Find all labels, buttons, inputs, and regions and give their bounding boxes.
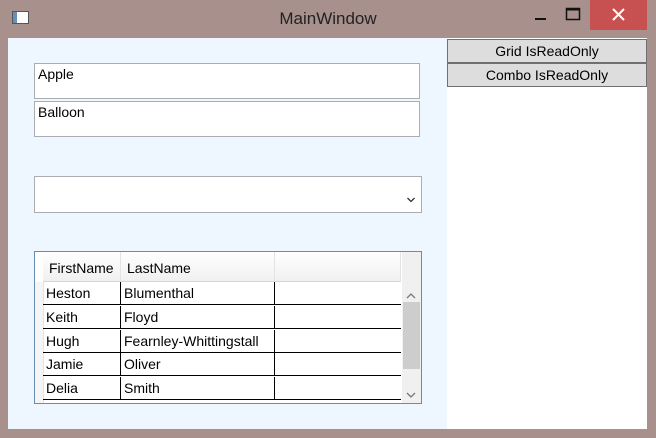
left-pane: Apple Balloon FirstName LastName Heston … [8,38,447,429]
grid-isreadonly-button[interactable]: Grid IsReadOnly [447,39,647,63]
combo-isreadonly-button[interactable]: Combo IsReadOnly [447,63,647,87]
cell-filler [275,353,401,376]
vertical-scrollbar[interactable] [402,252,421,403]
cell-lastname[interactable]: Floyd [121,306,275,329]
column-header-firstname[interactable]: FirstName [43,252,121,282]
cell-filler [275,330,401,353]
cell-lastname[interactable]: Oliver [121,353,275,376]
cell-firstname[interactable]: Jamie [43,353,121,376]
maximize-icon [565,7,581,21]
close-button[interactable] [590,0,647,30]
column-header-lastname[interactable]: LastName [121,252,275,282]
table-row[interactable]: Delia Smith [35,377,401,400]
table-row[interactable]: Keith Floyd [35,306,401,329]
cell-filler [275,377,401,400]
cell-firstname[interactable]: Keith [43,306,121,329]
cell-firstname[interactable]: Heston [43,282,121,305]
cell-lastname[interactable]: Smith [121,377,275,400]
title-bar[interactable]: MainWindow [0,0,656,38]
textbox-first[interactable]: Apple [34,63,420,99]
table-row[interactable]: Jamie Oliver [35,353,401,376]
scrollbar-thumb[interactable] [403,302,420,369]
cell-firstname[interactable]: Hugh [43,330,121,353]
table-row[interactable]: Heston Blumenthal [35,282,401,305]
client-area: Apple Balloon FirstName LastName Heston … [8,38,647,429]
table-row[interactable]: Hugh Fearnley-Whittingstall [35,330,401,353]
cell-firstname[interactable]: Delia [43,377,121,400]
main-window: MainWindow Apple Balloon FirstName LastN… [0,0,656,438]
textbox-second[interactable]: Balloon [34,101,420,137]
chevron-down-icon [407,190,415,208]
column-header-filler [275,252,401,282]
minimize-icon [535,18,546,20]
cell-filler [275,306,401,329]
cell-lastname[interactable]: Fearnley-Whittingstall [121,330,275,353]
grid-header-row: FirstName LastName [35,252,401,282]
combo-box[interactable] [34,176,422,213]
cell-filler [275,282,401,305]
minimize-button[interactable] [524,0,556,30]
data-grid[interactable]: FirstName LastName Heston Blumenthal Kei… [34,251,422,404]
maximize-button[interactable] [557,0,589,30]
cell-lastname[interactable]: Blumenthal [121,282,275,305]
scroll-down-icon[interactable] [406,386,416,403]
close-icon [612,8,625,21]
